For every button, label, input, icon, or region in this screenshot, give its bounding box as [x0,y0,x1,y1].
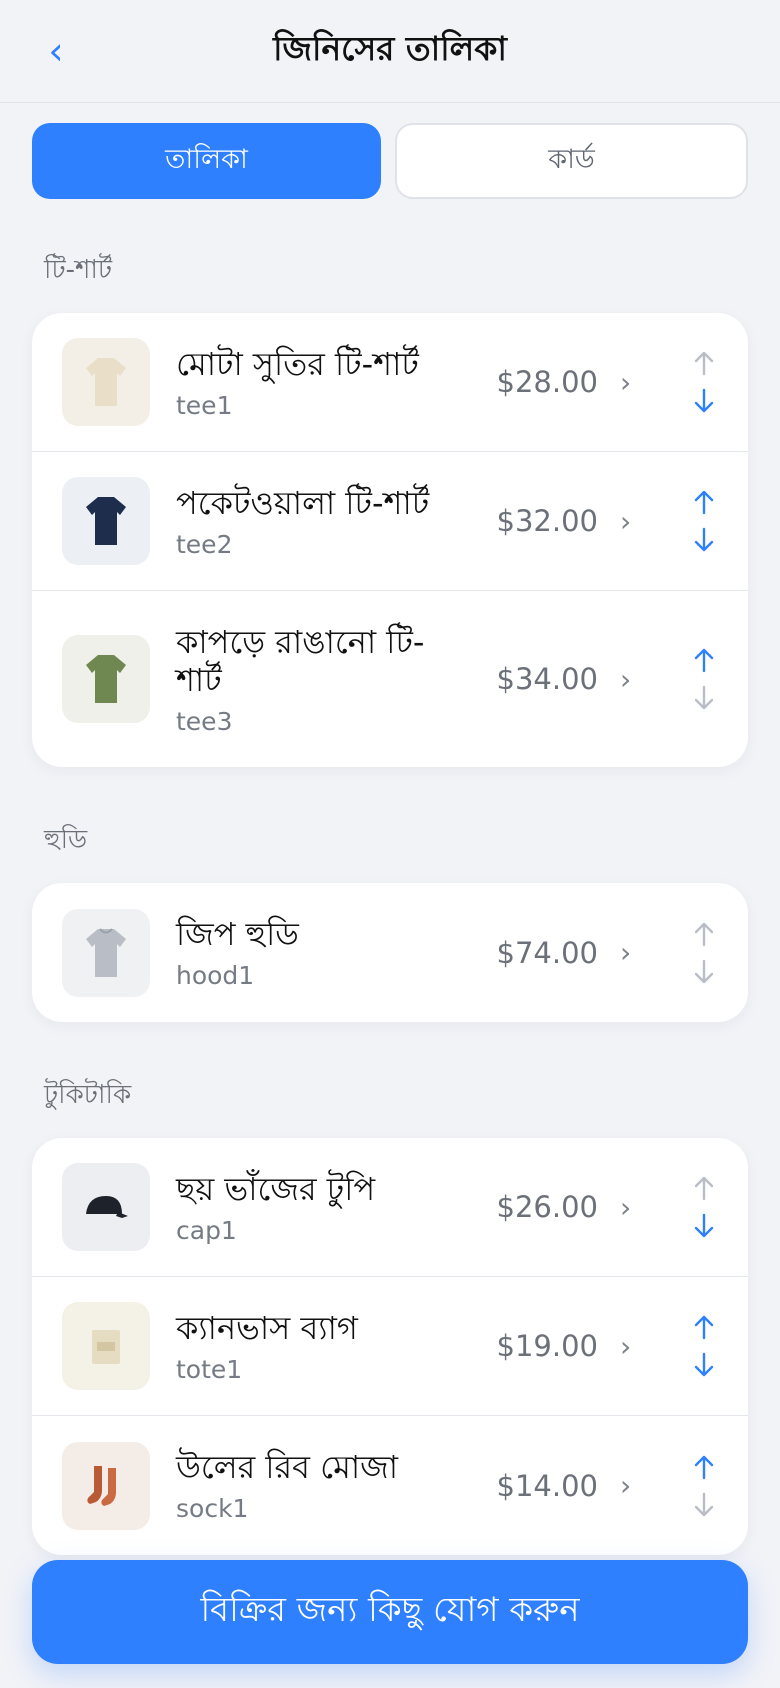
product-row[interactable]: ছয় ভাঁজের টুপি cap1 $26.00 › [32,1138,748,1277]
tshirt-thumbnail-icon [62,477,150,565]
tote-bag-thumbnail-icon [62,1302,150,1390]
move-up-arrow-icon[interactable] [690,1453,718,1481]
product-sku: hood1 [176,961,255,990]
section-title-misc: টুকিটাকি [44,1080,132,1110]
section-card-misc: ছয় ভাঁজের টুপি cap1 $26.00 › ক্যানভাস ব… [32,1138,748,1555]
move-down-arrow-icon[interactable] [690,684,718,712]
move-up-arrow-icon[interactable] [690,1313,718,1341]
move-down-arrow-icon[interactable] [690,1212,718,1240]
move-down-arrow-icon[interactable] [690,526,718,554]
product-sku: sock1 [176,1494,249,1523]
chevron-right-icon: › [620,1190,632,1224]
move-up-arrow-icon[interactable] [690,1174,718,1202]
add-item-for-sale-button[interactable]: বিক্রির জন্য কিছু যোগ করুন [32,1560,748,1664]
chevron-right-icon: › [620,662,632,696]
product-row[interactable]: উলের রিব মোজা sock1 $14.00 › [32,1416,748,1555]
product-name: ক্যানভাস ব্যাগ [176,1308,358,1347]
product-name: জিপ হুডি [176,915,299,953]
section-card-tshirts: মোটা সুতির টি-শার্ট tee1 $28.00 › পকেটওয… [32,313,748,767]
cap-thumbnail-icon [62,1163,150,1251]
product-row[interactable]: মোটা সুতির টি-শার্ট tee1 $28.00 › [32,313,748,452]
product-price: $14.00 [496,1468,598,1503]
product-name: কাপড়ে রাঙানো টি-শার্ট [176,622,425,699]
product-price: $19.00 [496,1329,598,1363]
page-title: জিনিসের তালিকা [273,29,507,68]
product-sku: tee1 [176,390,233,420]
product-name: পকেটওয়ালা টি-শার্ট [176,483,430,522]
tshirt-thumbnail-icon [62,635,150,723]
socks-thumbnail-icon [62,1441,150,1530]
segment-card[interactable]: কার্ড [395,123,748,199]
move-down-arrow-icon[interactable] [690,1491,718,1519]
product-price: $26.00 [496,1190,598,1224]
product-row[interactable]: ক্যানভাস ব্যাগ tote1 $19.00 › [32,1277,748,1416]
product-sku: tee2 [176,529,233,559]
chevron-right-icon: › [620,1469,632,1502]
product-price: $32.00 [496,504,598,538]
move-up-arrow-icon[interactable] [690,920,718,948]
product-sku: tee3 [176,706,233,736]
move-up-arrow-icon[interactable] [690,488,718,516]
product-name: ছয় ভাঁজের টুপি [176,1169,376,1208]
product-sku: cap1 [176,1215,237,1245]
section-card-hoodies: জিপ হুডি hood1 $74.00 › [32,883,748,1022]
section-title-hoodies: হুডি [44,825,88,855]
move-down-arrow-icon[interactable] [690,958,718,986]
chevron-right-icon: › [620,936,632,969]
nav-header: ‹ জিনিসের তালিকা [0,0,780,103]
product-name: উলের রিব মোজা [176,1448,399,1486]
product-row[interactable]: পকেটওয়ালা টি-শার্ট tee2 $32.00 › [32,452,748,591]
product-row[interactable]: কাপড়ে রাঙানো টি-শার্ট tee3 $34.00 › [32,591,748,767]
product-price: $34.00 [496,662,598,696]
product-name: মোটা সুতির টি-শার্ট [176,344,419,383]
view-mode-segmented-control: তালিকা কার্ড [0,103,780,199]
move-up-arrow-icon[interactable] [690,646,718,674]
chevron-right-icon: › [620,504,632,538]
hoodie-thumbnail-icon [62,908,150,997]
chevron-right-icon: › [620,1329,632,1363]
product-sku: tote1 [176,1354,243,1384]
chevron-right-icon: › [620,365,632,399]
segment-list[interactable]: তালিকা [32,123,381,199]
product-row[interactable]: জিপ হুডি hood1 $74.00 › [32,883,748,1022]
product-price: $74.00 [496,935,598,970]
move-down-arrow-icon[interactable] [690,387,718,415]
tshirt-thumbnail-icon [62,338,150,426]
back-chevron-icon[interactable]: ‹ [38,28,74,74]
section-title-tshirts: টি-শার্ট [44,255,113,285]
move-down-arrow-icon[interactable] [690,1351,718,1379]
product-price: $28.00 [496,365,598,399]
move-up-arrow-icon[interactable] [690,349,718,377]
